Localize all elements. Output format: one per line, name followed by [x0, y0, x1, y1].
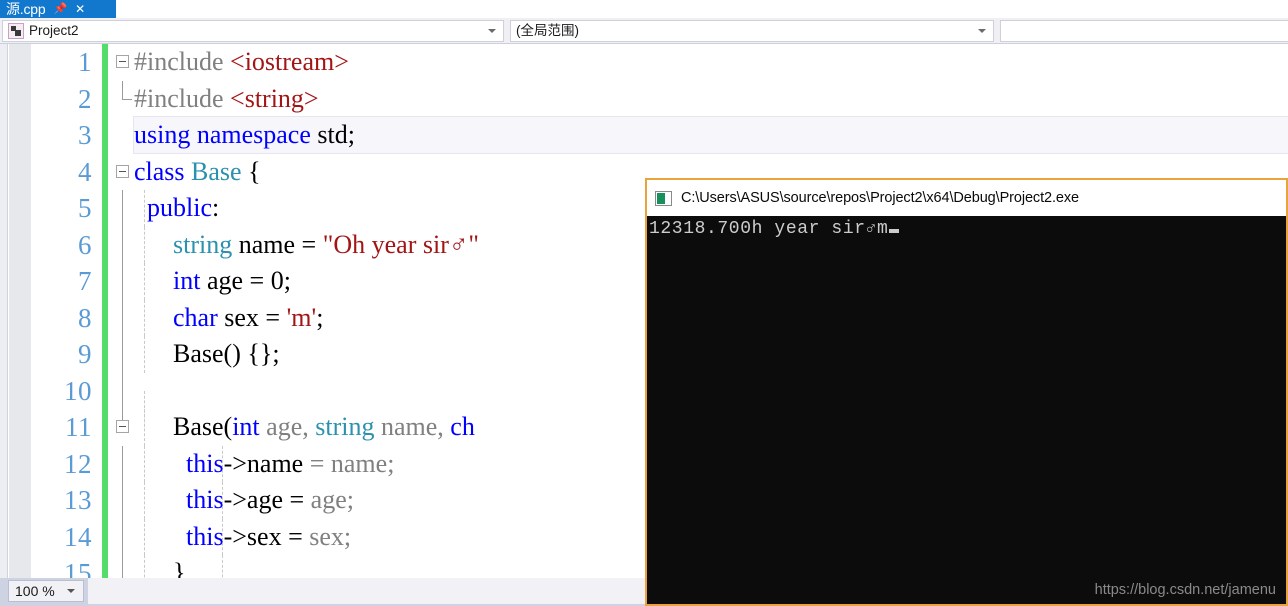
- indicator-margin[interactable]: [9, 44, 31, 578]
- close-icon[interactable]: ✕: [75, 0, 85, 18]
- line-number: 1: [78, 47, 92, 78]
- zoom-level-label: 100 %: [15, 583, 55, 599]
- line-number: 5: [78, 193, 92, 224]
- project-dropdown[interactable]: Project2: [2, 20, 504, 42]
- tab-label: 源.cpp: [6, 1, 46, 17]
- line-number: 2: [78, 83, 92, 114]
- line-number: 7: [78, 266, 92, 297]
- line-number: 8: [78, 302, 92, 333]
- code-line-2: 2 #include <string>: [31, 80, 1288, 117]
- scope-dropdown[interactable]: (全局范围): [510, 20, 994, 42]
- line-number: 3: [78, 120, 92, 151]
- fold-col-13: [112, 482, 134, 519]
- fold-line: [122, 445, 123, 482]
- fold-line: [122, 482, 123, 519]
- line-number: 9: [78, 339, 92, 370]
- tab-source-cpp[interactable]: 源.cpp 📌 ✕: [0, 0, 116, 18]
- fold-col-14: [112, 518, 134, 555]
- console-output-area[interactable]: 12318.700h year sir♂m: [647, 216, 1286, 604]
- pin-icon[interactable]: 📌: [53, 0, 67, 18]
- fold-line: [122, 555, 123, 578]
- line-number: 4: [78, 156, 92, 187]
- chevron-down-icon: [67, 589, 75, 593]
- fold-col-15: [112, 555, 134, 578]
- fold-line: [122, 299, 123, 336]
- code-text-2: #include <string>: [134, 83, 319, 113]
- selection-margin: [0, 44, 8, 578]
- console-title-bar[interactable]: C:\Users\ASUS\source\repos\Project2\x64\…: [647, 180, 1286, 216]
- fold-col-7: [112, 263, 134, 300]
- navigation-bar: Project2 (全局范围): [0, 18, 1288, 44]
- tab-strip-empty-area: [116, 0, 1288, 19]
- fold-toggle-1[interactable]: [112, 44, 134, 81]
- line-number: 13: [64, 485, 92, 516]
- collapse-icon[interactable]: [116, 420, 129, 433]
- fold-line: [122, 409, 123, 420]
- fold-line: [122, 190, 123, 227]
- console-output-line: 12318.700h year sir♂m: [649, 218, 1286, 240]
- console-window[interactable]: C:\Users\ASUS\source\repos\Project2\x64\…: [645, 178, 1288, 606]
- fold-col-2: [112, 80, 134, 117]
- zoom-level-dropdown[interactable]: 100 %: [8, 580, 84, 602]
- editor-tab-strip: 源.cpp 📌 ✕: [0, 0, 1288, 19]
- console-title-label: C:\Users\ASUS\source\repos\Project2\x64\…: [681, 190, 1079, 206]
- code-text-1: #include <iostream>: [134, 47, 349, 77]
- fold-col-12: [112, 445, 134, 482]
- code-text-3: using namespace std;: [133, 116, 1288, 155]
- status-bar-panel: [88, 578, 646, 604]
- fold-line: [122, 518, 123, 555]
- fold-line-end: [122, 98, 132, 100]
- line-number: 15: [64, 558, 92, 578]
- watermark-text: https://blog.csdn.net/jamenu: [1094, 582, 1276, 598]
- fold-line: [122, 372, 123, 409]
- fold-col-9: [112, 336, 134, 373]
- console-cursor: [889, 229, 900, 233]
- console-app-icon: [655, 190, 672, 206]
- line-number: 6: [78, 229, 92, 260]
- console-output-text: 12318.700h year sir♂m: [649, 219, 889, 239]
- scope-dropdown-label: (全局范围): [516, 23, 579, 38]
- member-dropdown[interactable]: [1000, 20, 1288, 42]
- chevron-down-icon: [488, 29, 496, 33]
- fold-col-6: [112, 226, 134, 263]
- chevron-down-icon: [978, 29, 986, 33]
- fold-line: [122, 226, 123, 263]
- fold-line: [122, 80, 123, 99]
- visual-studio-window: 源.cpp 📌 ✕ Project2 (全局范围) 1 #include <io…: [0, 0, 1288, 606]
- line-number: 10: [64, 375, 92, 406]
- fold-toggle-11[interactable]: [112, 409, 134, 446]
- fold-col-3: [112, 117, 134, 154]
- line-number: 11: [65, 412, 92, 443]
- collapse-icon[interactable]: [116, 164, 129, 178]
- fold-line: [122, 263, 123, 300]
- fold-col-10: [112, 372, 134, 409]
- collapse-icon[interactable]: [116, 55, 129, 68]
- code-line-1: 1 #include <iostream>: [31, 44, 1288, 81]
- line-number: 12: [64, 448, 92, 479]
- code-line-3: 3 using namespace std;: [31, 116, 1288, 155]
- project-icon: [8, 23, 24, 39]
- fold-col-5: [112, 190, 134, 227]
- fold-col-8: [112, 299, 134, 336]
- fold-toggle-4[interactable]: [112, 153, 134, 190]
- fold-line: [122, 336, 123, 373]
- line-number: 14: [64, 521, 92, 552]
- project-dropdown-label: Project2: [29, 23, 79, 38]
